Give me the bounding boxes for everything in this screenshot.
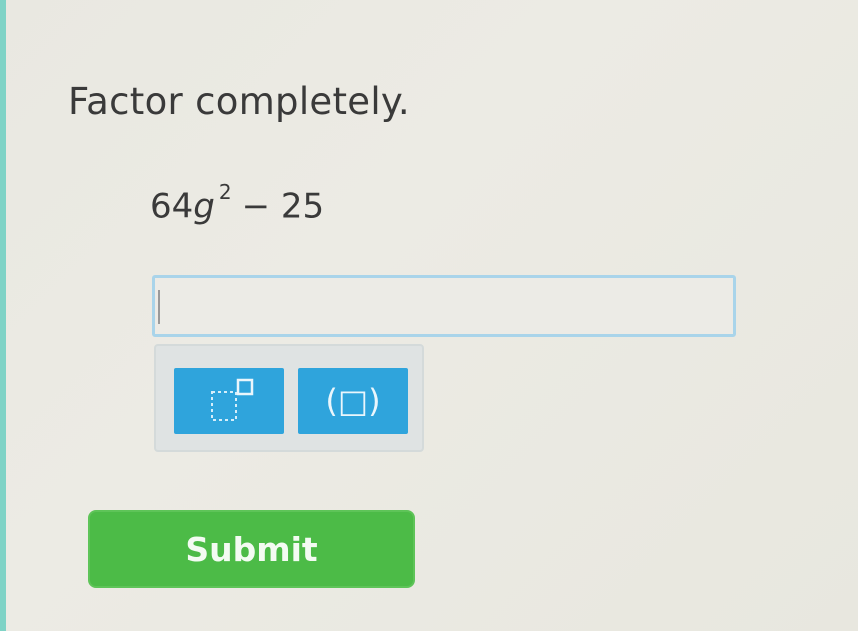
left-accent-bar <box>0 0 6 631</box>
answer-input[interactable] <box>152 275 736 337</box>
parentheses-key[interactable]: (□) <box>298 368 408 434</box>
submit-button[interactable]: Submit <box>88 510 415 588</box>
math-keypad: (□) <box>154 344 424 452</box>
text-caret <box>158 290 160 324</box>
expression-coefficient: 64 <box>150 186 194 227</box>
question-instruction: Factor completely. <box>68 80 410 123</box>
expression-operator: − <box>241 186 271 227</box>
exponent-template-icon <box>211 378 254 421</box>
expression-variable: g <box>193 186 215 227</box>
expression-constant: 25 <box>280 186 325 227</box>
expression-exponent: 2 <box>218 180 232 204</box>
practice-page: Factor completely. 64g 2− 25 (□) Submit <box>0 0 858 631</box>
exponent-key[interactable] <box>174 368 284 434</box>
math-expression: 64g 2− 25 <box>150 180 325 227</box>
